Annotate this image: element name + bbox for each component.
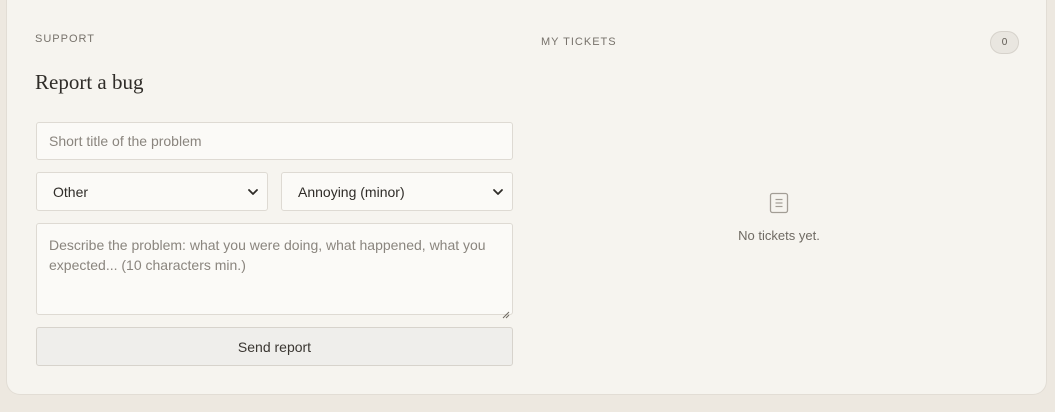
support-card: SUPPORT Report a bug Short title of the … xyxy=(6,0,1047,395)
send-report-button[interactable]: Send report xyxy=(36,327,513,366)
severity-select[interactable]: Annoying (minor) xyxy=(281,172,513,211)
category-select[interactable]: Other xyxy=(36,172,268,211)
document-icon xyxy=(769,192,789,214)
severity-selected-value: Annoying (minor) xyxy=(298,183,405,200)
description-textarea[interactable]: Describe the problem: what you were doin… xyxy=(36,223,513,319)
bug-title-placeholder: Short title of the problem xyxy=(49,133,202,149)
chevron-down-icon xyxy=(492,186,504,198)
tickets-count-badge: 0 xyxy=(990,31,1019,54)
chevron-down-icon xyxy=(247,186,259,198)
resize-grip-icon[interactable] xyxy=(502,304,510,319)
page-title: Report a bug xyxy=(35,70,144,94)
support-eyebrow: SUPPORT xyxy=(35,33,95,45)
my-tickets-eyebrow: MY TICKETS xyxy=(541,36,617,48)
description-placeholder: Describe the problem: what you were doin… xyxy=(49,237,486,273)
bug-title-input[interactable]: Short title of the problem xyxy=(36,122,513,160)
category-selected-value: Other xyxy=(53,183,89,200)
empty-tickets-message: No tickets yet. xyxy=(738,228,820,243)
